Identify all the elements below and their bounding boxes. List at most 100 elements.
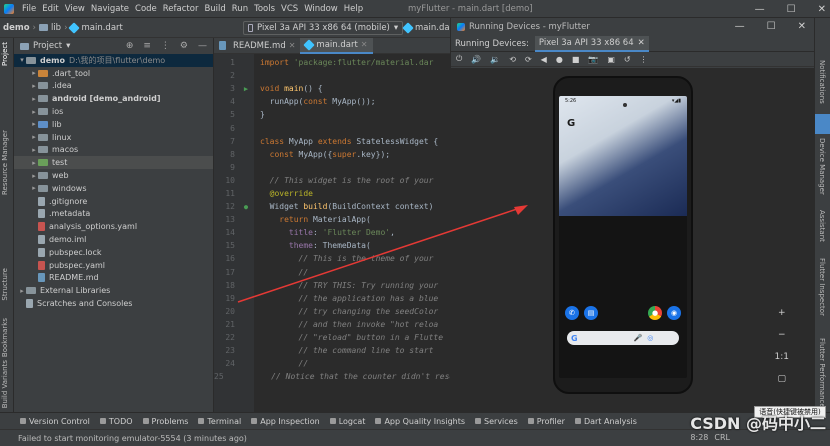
code-line[interactable]: 4 runApp(const MyApp()); xyxy=(214,95,450,108)
expand-arrow-icon[interactable]: ▸ xyxy=(30,82,38,90)
code-area[interactable]: 1 import 'package:flutter/material.dar 2 3 ▶… xyxy=(214,56,450,383)
project-panel-title[interactable]: Project xyxy=(33,41,62,51)
menu-file[interactable]: File xyxy=(19,4,39,14)
tool-todo[interactable]: TODO xyxy=(99,417,133,426)
zoom-fit-button[interactable]: ▢ xyxy=(778,374,787,384)
breadcrumb-lib[interactable]: lib xyxy=(36,23,64,33)
tree-item[interactable]: .gitignore xyxy=(14,195,213,208)
tool-version-control[interactable]: Version Control xyxy=(20,417,90,426)
tree-item[interactable]: ▸ .idea xyxy=(14,80,213,93)
tool-app-inspection[interactable]: App Inspection xyxy=(251,417,320,426)
code-line[interactable]: 19 // the application has a blue xyxy=(214,292,450,305)
code-line[interactable]: 25 // Notice that the counter didn't res… xyxy=(214,370,450,383)
tree-item[interactable]: ▸ External Libraries xyxy=(14,284,213,297)
minimize-icon[interactable]: — xyxy=(755,4,765,15)
code-line[interactable]: 11 @override xyxy=(214,187,450,200)
google-search-bar[interactable]: G 🎤 ◎ xyxy=(567,331,679,345)
tree-item[interactable]: ▸ ios xyxy=(14,105,213,118)
maximize-icon[interactable]: ☐ xyxy=(767,21,776,32)
menu-refactor[interactable]: Refactor xyxy=(160,4,202,14)
tool-problems[interactable]: Problems xyxy=(142,417,188,426)
tree-item[interactable]: pubspec.yaml xyxy=(14,259,213,272)
code-line[interactable]: 2 xyxy=(214,69,450,82)
code-line[interactable]: 13 return MaterialApp( xyxy=(214,213,450,226)
code-line[interactable]: 3 ▶ void main() { xyxy=(214,82,450,95)
status-message[interactable]: Failed to start monitoring emulator-5554… xyxy=(18,434,247,443)
tree-item[interactable]: pubspec.lock xyxy=(14,246,213,259)
code-line[interactable]: 7 class MyApp extends StatelessWidget { xyxy=(214,135,450,148)
menu-help[interactable]: Help xyxy=(341,4,366,14)
tab-notifications[interactable]: Notifications xyxy=(818,60,826,104)
tool-profiler[interactable]: Profiler xyxy=(527,417,565,426)
tool-logcat[interactable]: Logcat xyxy=(329,417,365,426)
volume-up-icon[interactable]: 🔊 xyxy=(471,55,481,64)
home-icon[interactable]: ● xyxy=(556,55,563,64)
tree-item[interactable]: ▸ lib xyxy=(14,118,213,131)
chevron-down-icon[interactable]: ▾ xyxy=(66,41,70,51)
menu-run[interactable]: Run xyxy=(229,4,251,14)
zoom-out-button[interactable]: − xyxy=(778,330,786,340)
menu-navigate[interactable]: Navigate xyxy=(88,4,132,14)
overview-icon[interactable]: ■ xyxy=(572,55,580,64)
close-icon[interactable]: ✕ xyxy=(818,4,826,15)
tree-item[interactable]: ▸ .dart_tool xyxy=(14,67,213,80)
expand-arrow-icon[interactable]: ▸ xyxy=(30,69,38,77)
menu-code[interactable]: Code xyxy=(132,4,160,14)
tab-resource-manager[interactable]: Resource Manager xyxy=(1,130,9,195)
restore-icon[interactable]: ↺ xyxy=(624,55,631,64)
tool-dart-analysis[interactable]: Dart Analysis xyxy=(574,417,637,426)
expand-arrow-icon[interactable]: ▸ xyxy=(30,120,38,128)
breadcrumb-file[interactable]: main.dart xyxy=(67,21,125,34)
expand-arrow-icon[interactable]: ▸ xyxy=(30,146,38,154)
tree-item[interactable]: ▸ linux xyxy=(14,131,213,144)
expand-arrow-icon[interactable]: ▸ xyxy=(30,108,38,116)
minimize-icon[interactable]: — xyxy=(735,21,745,32)
tree-item[interactable]: .metadata xyxy=(14,208,213,221)
expand-arrow-icon[interactable]: ▸ xyxy=(18,287,26,295)
tab-assistant[interactable]: Assistant xyxy=(818,210,826,242)
tree-item[interactable]: ▸ test xyxy=(14,156,213,170)
tree-item[interactable]: demo.iml xyxy=(14,233,213,246)
menu-edit[interactable]: Edit xyxy=(39,4,61,14)
rotate-right-icon[interactable]: ⟳ xyxy=(525,55,532,64)
tool-app-quality-insights[interactable]: App Quality Insights xyxy=(375,417,465,426)
code-line[interactable]: 8 const MyApp({super.key}); xyxy=(214,148,450,161)
google-icon[interactable]: G xyxy=(567,118,575,129)
expand-arrow-icon[interactable]: ▾ xyxy=(18,56,26,64)
code-line[interactable]: 6 xyxy=(214,121,450,134)
code-line[interactable]: 5} xyxy=(214,108,450,121)
tree-item[interactable]: ▸ macos xyxy=(14,144,213,157)
more-icon[interactable]: ⋮ xyxy=(640,55,648,64)
tab-project[interactable]: Project xyxy=(1,42,9,66)
device-selector[interactable]: Pixel 3a API 33 x86 64 (mobile) ▾ xyxy=(243,21,404,35)
code-line[interactable]: 23 // the command line to start xyxy=(214,344,450,357)
code-line[interactable]: 21 // and then invoke "hot reloa xyxy=(214,318,450,331)
expand-arrow-icon[interactable]: ▸ xyxy=(30,133,38,141)
close-icon[interactable]: ✕ xyxy=(798,21,806,32)
maximize-icon[interactable]: ☐ xyxy=(787,4,796,15)
menu-window[interactable]: Window xyxy=(301,4,341,14)
tab-structure[interactable]: Structure xyxy=(1,268,9,301)
code-line[interactable]: 17 // xyxy=(214,266,450,279)
close-tab-icon[interactable]: ✕ xyxy=(361,40,368,49)
code-line[interactable]: 20 // try changing the seedColor xyxy=(214,305,450,318)
tab-device-manager[interactable]: Device Manager xyxy=(818,138,826,195)
lens-icon[interactable]: ◎ xyxy=(647,334,653,342)
run-gutter-icon[interactable]: ▶ xyxy=(238,85,254,93)
code-line[interactable]: 1 import 'package:flutter/material.dar xyxy=(214,56,450,69)
phone-app-icon[interactable]: ✆ xyxy=(565,306,579,320)
run-gutter-icon[interactable]: ● xyxy=(238,203,254,211)
zoom-in-button[interactable]: + xyxy=(778,308,786,318)
rotate-left-icon[interactable]: ⟲ xyxy=(509,55,516,64)
back-icon[interactable]: ◀ xyxy=(541,55,547,64)
tab-flutter-performance[interactable]: Flutter Performance xyxy=(818,338,826,408)
screenshot-icon[interactable]: 📷 xyxy=(588,55,598,64)
close-tab-icon[interactable]: ✕ xyxy=(289,41,296,50)
code-line[interactable]: 9 xyxy=(214,161,450,174)
menu-view[interactable]: View xyxy=(62,4,88,14)
expand-arrow-icon[interactable]: ▸ xyxy=(30,95,38,103)
tree-item[interactable]: README.md xyxy=(14,272,213,285)
menu-build[interactable]: Build xyxy=(201,4,228,14)
code-line[interactable]: 10 // This widget is the root of your xyxy=(214,174,450,187)
caret-position[interactable]: 8:28 xyxy=(690,433,708,442)
